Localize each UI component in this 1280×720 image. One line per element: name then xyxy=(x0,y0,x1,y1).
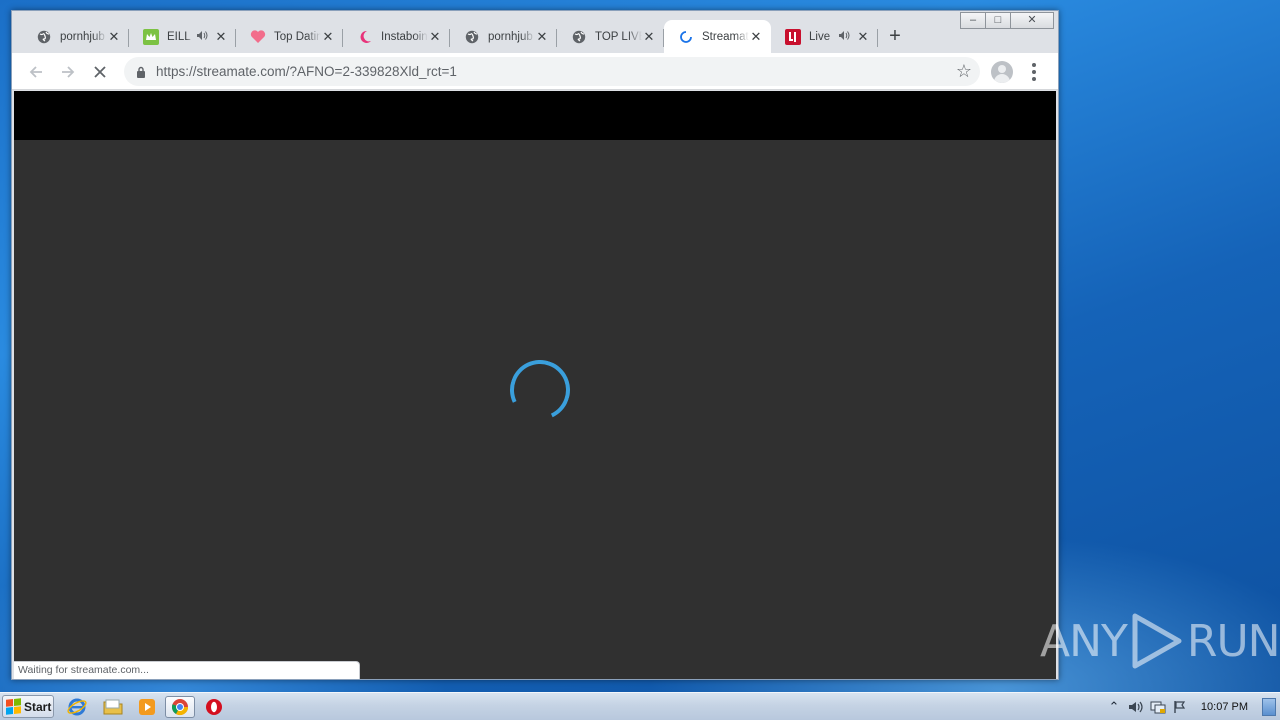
profile-avatar-icon[interactable] xyxy=(991,61,1013,83)
tab-title: Top Dating xyxy=(274,30,321,43)
taskbar-chrome[interactable] xyxy=(165,696,195,718)
browser-toolbar: https://streamate.com/?AFNO=2-339828Xld_… xyxy=(12,53,1058,90)
bookmark-star-icon[interactable]: ☆ xyxy=(956,61,972,82)
start-label: Start xyxy=(24,699,52,714)
start-button[interactable]: Start xyxy=(2,695,54,718)
stop-button[interactable] xyxy=(88,60,112,84)
tab-3[interactable]: Top Dating✕ xyxy=(236,20,343,53)
tab-close-icon[interactable]: ✕ xyxy=(214,29,228,45)
tab-2[interactable]: EILL ✕ xyxy=(129,20,236,53)
stop-x-icon xyxy=(94,66,106,78)
tab-1[interactable]: pornhjub ✕ xyxy=(22,20,129,53)
tab-close-icon[interactable]: ✕ xyxy=(749,29,763,45)
taskbar-ie[interactable] xyxy=(62,696,92,718)
page-header-bar xyxy=(14,91,1056,140)
tab-close-icon[interactable]: ✕ xyxy=(642,29,656,45)
address-bar[interactable]: https://streamate.com/?AFNO=2-339828Xld_… xyxy=(124,57,980,86)
taskbar-clock[interactable]: 10:07 PM xyxy=(1201,701,1248,713)
tab-6[interactable]: TOP LIVE ✕ xyxy=(557,20,664,53)
tab-title: EILL xyxy=(167,30,191,43)
chrome-icon xyxy=(171,699,189,716)
network-icon[interactable] xyxy=(1147,697,1169,717)
tab-5[interactable]: pornhjub ✕ xyxy=(450,20,557,53)
media-player-icon xyxy=(139,699,155,715)
globe-icon xyxy=(571,29,587,45)
heart-icon xyxy=(250,29,266,45)
close-window-button[interactable]: ✕ xyxy=(1010,12,1054,29)
tab-title: TOP LIVE xyxy=(595,30,642,43)
url-text: https://streamate.com/?AFNO=2-339828Xld_… xyxy=(156,64,457,79)
tab-audio-speaker-icon[interactable] xyxy=(196,30,208,44)
page-viewport: Waiting for streamate.com... xyxy=(14,91,1056,679)
internet-explorer-icon xyxy=(67,698,87,716)
tab-separator xyxy=(877,29,878,47)
browser-window: pornhjub✕EILL✕Top Dating✕Instaboink✕porn… xyxy=(11,10,1059,680)
anyrun-watermark: ANY RUN xyxy=(1040,612,1280,670)
tab-close-icon[interactable]: ✕ xyxy=(535,29,549,45)
tab-title: Live xyxy=(809,30,831,43)
window-controls: – □ ✕ xyxy=(960,12,1054,29)
status-bubble: Waiting for streamate.com... xyxy=(14,661,360,679)
globe-icon xyxy=(464,29,480,45)
folder-icon xyxy=(103,699,123,715)
tab-strip: pornhjub✕EILL✕Top Dating✕Instaboink✕porn… xyxy=(22,20,912,53)
tab-close-icon[interactable]: ✕ xyxy=(856,29,870,45)
volume-icon[interactable] xyxy=(1125,697,1147,717)
globe-icon xyxy=(36,29,52,45)
taskbar-media-player[interactable] xyxy=(132,696,162,718)
taskbar: Start ⌃ 10:07 PM xyxy=(0,692,1280,720)
tab-close-icon[interactable]: ✕ xyxy=(428,29,442,45)
maximize-button[interactable]: □ xyxy=(985,12,1011,29)
watermark-left-text: ANY xyxy=(1040,615,1128,667)
crown-icon xyxy=(143,28,159,45)
brand-logo-icon xyxy=(785,28,801,45)
browser-titlebar: pornhjub✕EILL✕Top Dating✕Instaboink✕porn… xyxy=(12,11,1058,53)
tab-7[interactable]: Streamate✕ xyxy=(664,20,771,53)
back-button[interactable] xyxy=(24,60,48,84)
tab-title: pornhjub xyxy=(60,30,105,43)
tray-expand-icon[interactable]: ⌃ xyxy=(1103,697,1125,717)
taskbar-explorer[interactable] xyxy=(98,696,128,718)
minimize-button[interactable]: – xyxy=(960,12,986,29)
browser-menu-button[interactable] xyxy=(1027,61,1041,83)
action-center-flag-icon[interactable] xyxy=(1169,697,1191,717)
tab-8[interactable]: Live ✕ xyxy=(771,20,878,53)
system-tray: ⌃ 10:07 PM xyxy=(1103,693,1280,720)
crescent-icon xyxy=(357,29,373,45)
opera-icon xyxy=(206,699,222,715)
arrow-right-icon xyxy=(62,66,75,78)
lock-icon xyxy=(137,66,145,78)
play-logo-icon xyxy=(1132,613,1182,669)
tab-title: Streamate xyxy=(702,30,749,43)
loading-spinner-icon xyxy=(501,351,579,429)
tab-title: Instaboink xyxy=(381,30,428,43)
tab-close-icon[interactable]: ✕ xyxy=(321,29,335,45)
arrow-left-icon xyxy=(29,66,42,78)
tab-4[interactable]: Instaboink✕ xyxy=(343,20,450,53)
loading-icon xyxy=(678,29,694,45)
forward-button[interactable] xyxy=(56,60,80,84)
tab-close-icon[interactable]: ✕ xyxy=(107,29,121,45)
tab-title: pornhjub xyxy=(488,30,533,43)
taskbar-opera[interactable] xyxy=(199,696,229,718)
show-desktop-button[interactable] xyxy=(1262,698,1276,716)
watermark-right-text: RUN xyxy=(1186,615,1280,667)
tab-audio-speaker-icon[interactable] xyxy=(838,30,850,44)
windows-logo-icon xyxy=(6,698,21,715)
new-tab-button[interactable]: + xyxy=(878,20,912,53)
